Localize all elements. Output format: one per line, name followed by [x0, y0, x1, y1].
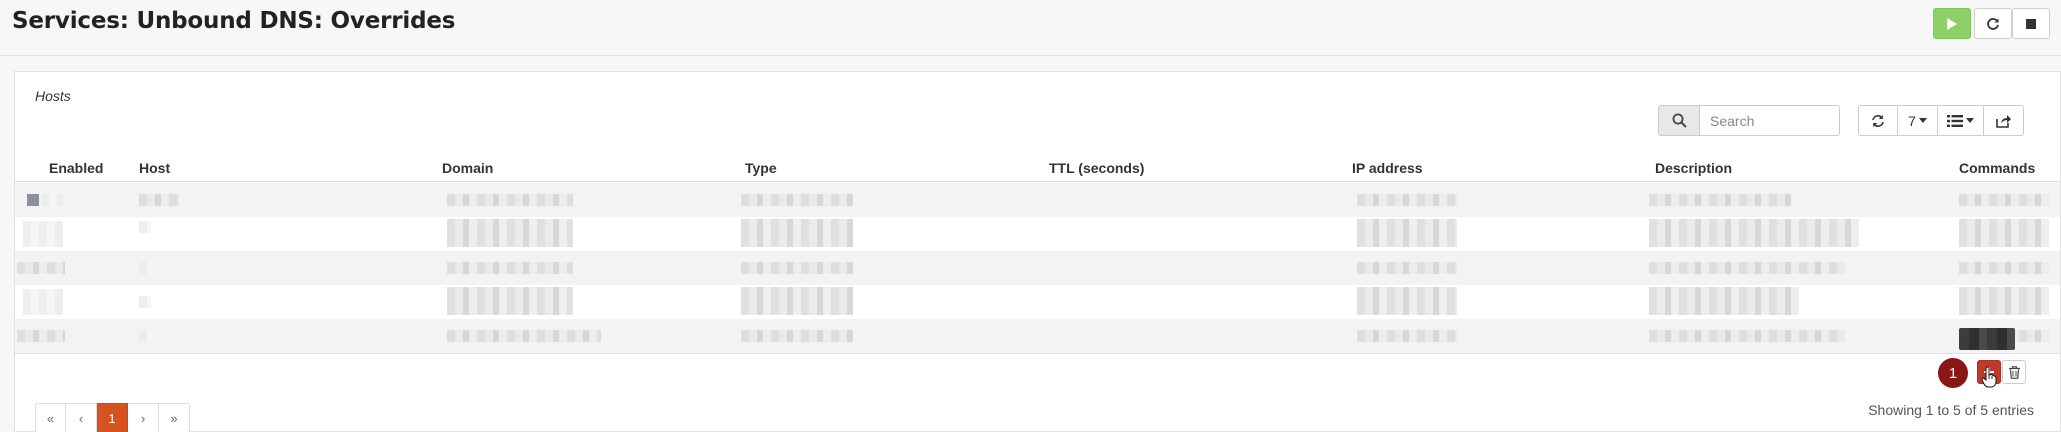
- column-header-host[interactable]: Host: [139, 160, 170, 176]
- refresh-icon: [1872, 114, 1884, 127]
- start-service-button[interactable]: [1933, 8, 1971, 39]
- row-select-checkbox[interactable]: [27, 194, 39, 206]
- trash-icon: [2008, 365, 2020, 379]
- rows-per-page-value: 7: [1908, 112, 1916, 129]
- search-input[interactable]: [1700, 105, 1840, 136]
- export-button[interactable]: [1984, 105, 2024, 136]
- redacted-cell: [139, 262, 151, 274]
- rows-per-page-dropdown[interactable]: 7: [1898, 105, 1938, 136]
- grid-footer-divider: [15, 353, 2060, 354]
- redacted-cell: [447, 219, 573, 247]
- refresh-grid-button[interactable]: [1858, 105, 1898, 136]
- page-header: Services: Unbound DNS: Overrides: [0, 0, 2061, 56]
- refresh-icon: [1987, 17, 1999, 30]
- redacted-cell: [741, 330, 853, 342]
- table-row[interactable]: [15, 251, 2060, 285]
- column-header-type[interactable]: Type: [745, 160, 777, 176]
- export-icon: [1995, 114, 2011, 128]
- step-badge: 1: [1938, 358, 1968, 388]
- redacted-cell: [1959, 262, 2049, 274]
- redacted-cell: [1357, 330, 1457, 342]
- redacted-cell: [1959, 287, 2049, 315]
- table-row[interactable]: [15, 183, 2060, 217]
- redacted-cell: [139, 194, 179, 206]
- column-header-enabled[interactable]: Enabled: [49, 160, 103, 176]
- column-header-ttl[interactable]: TTL (seconds): [1049, 160, 1144, 176]
- redacted-cell: [17, 330, 65, 342]
- redacted-cell: [1649, 330, 1845, 342]
- redacted-cell: [1649, 262, 1845, 274]
- page-title: Services: Unbound DNS: Overrides: [12, 8, 456, 34]
- search-addon: [1658, 105, 1700, 136]
- redacted-cell: [41, 194, 63, 206]
- columns-dropdown[interactable]: [1938, 105, 1984, 136]
- delete-selected-button[interactable]: [2002, 360, 2026, 384]
- redacted-cell: [1357, 194, 1457, 206]
- tooltip: [1959, 328, 2015, 350]
- search-icon: [1672, 113, 1687, 128]
- table-row[interactable]: [15, 217, 2060, 251]
- redacted-cell: [1649, 219, 1859, 247]
- column-header-ip-address[interactable]: IP address: [1352, 160, 1423, 176]
- redacted-cell: [741, 194, 853, 206]
- restart-service-button[interactable]: [1974, 8, 2012, 39]
- redacted-cell: [741, 287, 853, 315]
- redacted-cell: [741, 219, 853, 247]
- redacted-cell: [447, 287, 573, 315]
- table-row[interactable]: [15, 285, 2060, 319]
- caret-down-icon: [1966, 118, 1974, 123]
- stop-service-button[interactable]: [2012, 8, 2050, 39]
- redacted-cell: [741, 262, 853, 274]
- redacted-cell: [447, 262, 573, 274]
- redacted-cell: [1357, 219, 1457, 247]
- grid-header: Enabled Host Domain Type TTL (seconds) I…: [15, 156, 2060, 182]
- redacted-cell: [23, 221, 63, 247]
- redacted-cell: [139, 330, 151, 342]
- column-header-description[interactable]: Description: [1655, 160, 1732, 176]
- redacted-cell: [447, 330, 601, 342]
- column-header-commands: Commands: [1959, 160, 2036, 176]
- redacted-cell: [1649, 287, 1799, 315]
- stop-icon: [2026, 18, 2036, 29]
- caret-down-icon: [1918, 118, 1927, 123]
- redacted-cell: [139, 296, 151, 308]
- hand-cursor-icon: [1981, 366, 1997, 388]
- redacted-cell: [1357, 287, 1457, 315]
- redacted-cell: [17, 262, 65, 274]
- page-button-current[interactable]: 1: [97, 403, 128, 432]
- grid-toolbar: 7: [1858, 105, 2024, 136]
- redacted-cell: [1357, 262, 1457, 274]
- last-page-button[interactable]: »: [159, 403, 190, 432]
- table-row[interactable]: [15, 319, 2060, 353]
- panel-title: Hosts: [35, 88, 71, 104]
- list-icon: [1947, 114, 1963, 127]
- first-page-button[interactable]: «: [35, 403, 66, 432]
- redacted-cell: [139, 221, 151, 233]
- redacted-cell: [23, 289, 63, 315]
- redacted-cell: [447, 194, 573, 206]
- play-icon: [1947, 17, 1957, 30]
- search-group: [1658, 105, 1840, 136]
- prev-page-button[interactable]: ‹: [66, 403, 97, 432]
- entries-info: Showing 1 to 5 of 5 entries: [1868, 402, 2034, 418]
- hosts-panel: Hosts 7 Enabled Host Domain Type TTL (se…: [14, 71, 2061, 432]
- redacted-cell: [1959, 219, 2049, 247]
- pagination: « ‹ 1 › »: [35, 403, 190, 432]
- redacted-cell: [1959, 194, 2049, 206]
- next-page-button[interactable]: ›: [128, 403, 159, 432]
- column-header-domain[interactable]: Domain: [442, 160, 493, 176]
- redacted-cell: [1649, 194, 1791, 206]
